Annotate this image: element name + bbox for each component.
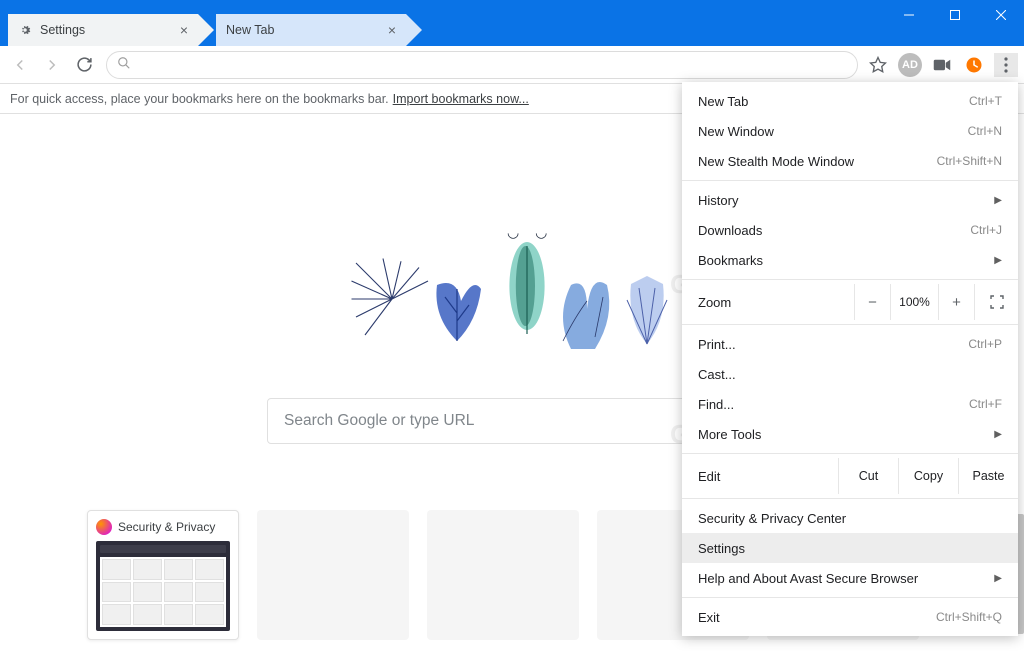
tab-settings[interactable]: Settings × bbox=[8, 14, 198, 46]
chevron-right-icon: ▶ bbox=[994, 573, 1002, 584]
chevron-right-icon: ▶ bbox=[994, 429, 1002, 440]
forward-button[interactable] bbox=[38, 51, 66, 79]
menu-new-stealth[interactable]: New Stealth Mode WindowCtrl+Shift+N bbox=[682, 146, 1018, 176]
menu-print[interactable]: Print...Ctrl+P bbox=[682, 329, 1018, 359]
window-controls bbox=[886, 0, 1024, 30]
edit-cut-button[interactable]: Cut bbox=[838, 458, 898, 494]
menu-settings[interactable]: Settings bbox=[682, 533, 1018, 563]
zoom-value: 100% bbox=[890, 284, 938, 320]
main-menu-button[interactable] bbox=[994, 53, 1018, 77]
adblock-extension-icon[interactable]: AD bbox=[898, 53, 922, 77]
tab-label: Settings bbox=[40, 23, 85, 37]
edit-copy-button[interactable]: Copy bbox=[898, 458, 958, 494]
tab-close-icon[interactable]: × bbox=[384, 22, 400, 38]
shortcut-thumbnail bbox=[96, 541, 230, 631]
minimize-button[interactable] bbox=[886, 0, 932, 30]
menu-history[interactable]: History▶ bbox=[682, 185, 1018, 215]
back-button[interactable] bbox=[6, 51, 34, 79]
chevron-right-icon: ▶ bbox=[994, 255, 1002, 266]
zoom-in-button[interactable]: + bbox=[938, 284, 974, 320]
toolbar: AD bbox=[0, 46, 1024, 84]
zoom-out-button[interactable]: − bbox=[854, 284, 890, 320]
search-placeholder: Search Google or type URL bbox=[284, 412, 474, 430]
close-button[interactable] bbox=[978, 0, 1024, 30]
menu-exit[interactable]: ExitCtrl+Shift+Q bbox=[682, 602, 1018, 632]
main-menu-dropdown: New TabCtrl+T New WindowCtrl+N New Steal… bbox=[682, 82, 1018, 636]
menu-security-privacy[interactable]: Security & Privacy Center bbox=[682, 503, 1018, 533]
fullscreen-button[interactable] bbox=[974, 284, 1018, 320]
avast-orb-icon bbox=[96, 519, 112, 535]
menu-new-window[interactable]: New WindowCtrl+N bbox=[682, 116, 1018, 146]
bookmark-star-icon[interactable] bbox=[866, 53, 890, 77]
title-bar: Settings × New Tab × bbox=[0, 0, 1024, 46]
shortcut-tile-empty[interactable] bbox=[427, 510, 579, 640]
tab-close-icon[interactable]: × bbox=[176, 22, 192, 38]
bookmarks-hint: For quick access, place your bookmarks h… bbox=[10, 92, 389, 106]
menu-new-tab[interactable]: New TabCtrl+T bbox=[682, 86, 1018, 116]
shortcut-label: Security & Privacy bbox=[118, 520, 215, 534]
menu-zoom-row: Zoom − 100% + bbox=[682, 284, 1018, 320]
address-bar[interactable] bbox=[106, 51, 858, 79]
menu-downloads[interactable]: DownloadsCtrl+J bbox=[682, 215, 1018, 245]
chevron-right-icon: ▶ bbox=[994, 195, 1002, 206]
menu-find[interactable]: Find...Ctrl+F bbox=[682, 389, 1018, 419]
doodle-illustration: ◡ ◡ bbox=[347, 224, 677, 374]
maximize-button[interactable] bbox=[932, 0, 978, 30]
video-extension-icon[interactable] bbox=[930, 53, 954, 77]
edit-paste-button[interactable]: Paste bbox=[958, 458, 1018, 494]
reload-button[interactable] bbox=[70, 51, 98, 79]
shortcut-tile-empty[interactable] bbox=[257, 510, 409, 640]
menu-more-tools[interactable]: More Tools▶ bbox=[682, 419, 1018, 449]
gear-icon bbox=[18, 23, 32, 37]
avast-extension-icon[interactable] bbox=[962, 53, 986, 77]
import-bookmarks-link[interactable]: Import bookmarks now... bbox=[393, 92, 529, 106]
menu-help-about[interactable]: Help and About Avast Secure Browser▶ bbox=[682, 563, 1018, 593]
tab-new-tab[interactable]: New Tab × bbox=[216, 14, 406, 46]
menu-edit-row: Edit Cut Copy Paste bbox=[682, 458, 1018, 494]
menu-cast[interactable]: Cast... bbox=[682, 359, 1018, 389]
search-icon bbox=[117, 56, 131, 73]
menu-bookmarks[interactable]: Bookmarks▶ bbox=[682, 245, 1018, 275]
shortcut-tile-security[interactable]: Security & Privacy bbox=[87, 510, 239, 640]
tab-label: New Tab bbox=[226, 23, 274, 37]
